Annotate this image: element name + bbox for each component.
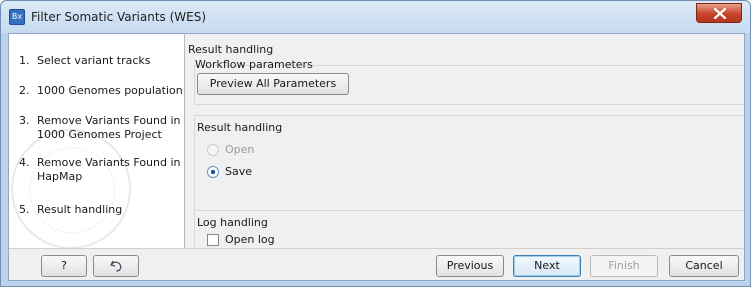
save-radio-label: Save — [225, 165, 253, 178]
step-number: 1. — [19, 54, 30, 67]
workflow-parameters-label: Workflow parameters — [195, 58, 313, 71]
result-handling-group: Result handling Open Save — [194, 115, 744, 211]
restore-defaults-button[interactable] — [93, 255, 139, 277]
step-label: Result handling — [37, 203, 123, 216]
open-log-checkbox[interactable] — [207, 234, 219, 246]
undo-icon — [110, 260, 122, 272]
wizard-steps-panel: 1. Select variant tracks 2. 1000 Genomes… — [9, 34, 185, 248]
open-radio-label: Open — [225, 143, 255, 156]
watermark-seal — [11, 129, 131, 248]
log-handling-group: Log handling Open log — [194, 210, 744, 248]
step-content-panel: Result handling Workflow parameters Prev… — [186, 34, 744, 248]
step-number: 2. — [19, 84, 30, 97]
next-button[interactable]: Next — [513, 255, 581, 277]
step-label: Remove Variants Found in HapMap — [37, 156, 181, 183]
save-radio[interactable] — [207, 166, 219, 178]
workflow-parameters-group: Workflow parameters Preview All Paramete… — [194, 58, 744, 105]
finish-button[interactable]: Finish — [590, 255, 658, 277]
section-title: Result handling — [188, 43, 274, 56]
button-bar: ? Previous Next Finish Cancel — [9, 248, 744, 280]
step-number: 4. — [19, 156, 30, 169]
open-log-label: Open log — [225, 233, 275, 246]
step-label: Remove Variants Found in 1000 Genomes Pr… — [37, 114, 181, 141]
cancel-button[interactable]: Cancel — [669, 255, 739, 277]
title-bar[interactable]: Bx Filter Somatic Variants (WES) — [1, 1, 750, 33]
dialog-body: 1. Select variant tracks 2. 1000 Genomes… — [8, 33, 745, 281]
log-handling-label: Log handling — [197, 216, 268, 229]
preview-all-parameters-button[interactable]: Preview All Parameters — [197, 73, 349, 95]
result-handling-label: Result handling — [197, 121, 283, 134]
close-icon — [714, 8, 726, 19]
help-button[interactable]: ? — [41, 255, 87, 277]
step-label: Select variant tracks — [37, 54, 151, 67]
previous-button[interactable]: Previous — [436, 255, 504, 277]
step-label: 1000 Genomes population — [37, 84, 183, 97]
open-radio[interactable] — [207, 144, 219, 156]
dialog-window: Bx Filter Somatic Variants (WES) 1. Sele… — [0, 0, 751, 287]
app-icon: Bx — [9, 9, 25, 25]
window-title: Filter Somatic Variants (WES) — [31, 10, 207, 24]
close-button[interactable] — [696, 3, 742, 23]
step-number: 5. — [19, 203, 30, 216]
step-number: 3. — [19, 114, 30, 127]
